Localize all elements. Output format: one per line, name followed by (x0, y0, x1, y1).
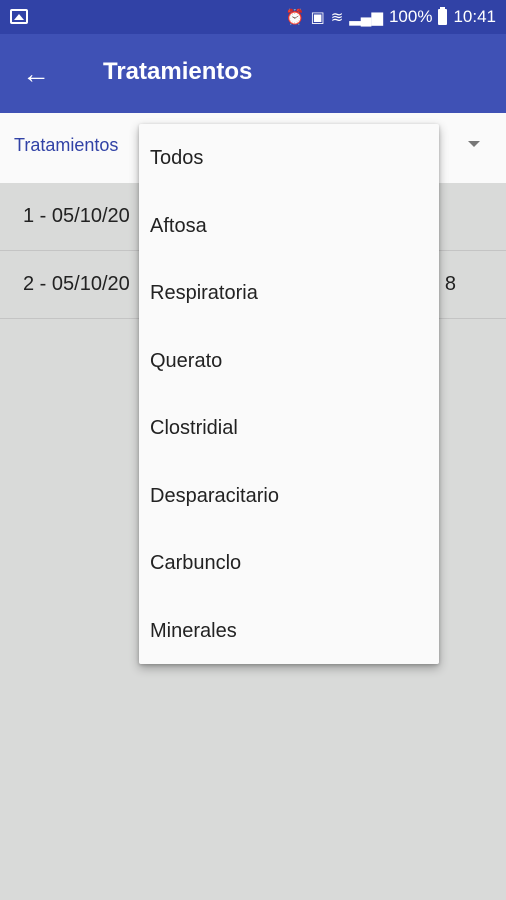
nfc-icon: ▣ (310, 8, 325, 26)
page-title: Tratamientos (103, 58, 253, 85)
menu-item-aftosa[interactable]: Aftosa (139, 193, 439, 261)
dropdown-menu: Todos Aftosa Respiratoria Querato Clostr… (139, 124, 439, 664)
app-bar: ← Tratamientos (0, 34, 506, 113)
wifi-icon: ≋ (330, 8, 344, 26)
status-bar: ⏰ ▣ ≋ ▂▄▆ 100% 10:41 (0, 0, 506, 34)
alarm-icon: ⏰ (285, 8, 305, 26)
battery-percentage: 100% (388, 7, 433, 26)
back-button[interactable]: ← (16, 54, 56, 94)
menu-item-minerales[interactable]: Minerales (139, 598, 439, 666)
menu-item-querato[interactable]: Querato (139, 328, 439, 396)
menu-item-clostridial[interactable]: Clostridial (139, 395, 439, 463)
dropdown-arrow-icon (468, 141, 480, 147)
menu-item-respiratoria[interactable]: Respiratoria (139, 260, 439, 328)
menu-item-todos[interactable]: Todos (139, 125, 439, 193)
battery-icon (438, 7, 448, 25)
list-item-text: 2 - 05/10/20 (23, 273, 130, 295)
signal-icon: ▂▄▆ (349, 8, 383, 26)
clock: 10:41 (453, 7, 496, 26)
list-item-text: 1 - 05/10/20 (23, 205, 130, 227)
list-item-value: 8 (444, 273, 456, 295)
arrow-left-icon: ← (22, 58, 50, 89)
status-indicators: ⏰ ▣ ≋ ▂▄▆ 100% 10:41 (286, 0, 496, 34)
menu-item-carbunclo[interactable]: Carbunclo (139, 530, 439, 598)
gallery-icon (10, 9, 28, 24)
filter-selected-label: Tratamientos (14, 135, 119, 155)
menu-item-desparacitario[interactable]: Desparacitario (139, 463, 439, 531)
